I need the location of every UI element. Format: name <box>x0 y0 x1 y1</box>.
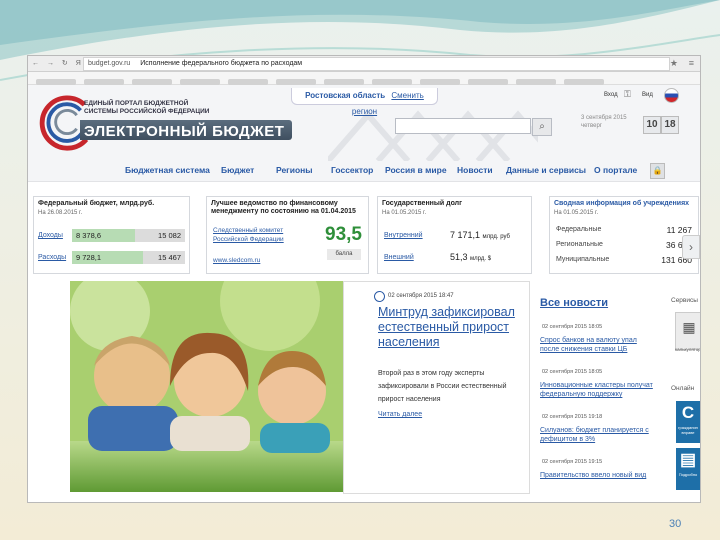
department-site-link[interactable]: www.sledcom.ru <box>213 257 260 264</box>
russian-flag-icon[interactable] <box>664 88 679 103</box>
state-debt-panel: Государственный долг На 01.05.2015 г. Вн… <box>377 196 532 274</box>
expense-fact-bar: 9 728,1 <box>72 251 143 264</box>
service-caption: Подробно <box>678 472 698 477</box>
news-date: 02 сентября 2015 19:18 <box>542 414 603 420</box>
menu-item-regions[interactable]: Регионы <box>276 165 313 175</box>
view-link[interactable]: Вид <box>642 92 653 98</box>
nav-buttons[interactable]: ← → ↻ Я <box>32 56 84 71</box>
services-heading: Сервисы <box>671 297 698 304</box>
counter-2: 18 <box>661 116 679 134</box>
lock-icon[interactable]: 🔒 <box>650 163 665 179</box>
revenue-link[interactable]: Доходы <box>38 232 63 239</box>
panel-title: Государственный долг <box>382 200 463 207</box>
panel-title[interactable]: Сводная информация об учреждениях <box>554 200 695 208</box>
hero-photo[interactable] <box>70 281 343 492</box>
news-item-link[interactable]: Спрос банков на валюту упал после снижен… <box>540 336 655 354</box>
news-date: 02 сентября 2015 18:05 <box>542 369 603 375</box>
unit: млрд. $ <box>470 256 492 262</box>
date-line: 3 сентября 2015 <box>581 115 627 121</box>
menu-icon[interactable]: ≡ <box>689 56 694 71</box>
clock-icon <box>374 291 385 302</box>
value: 51,3 <box>450 252 468 262</box>
current-region: Ростовская область <box>305 91 386 100</box>
region-selector: Ростовская область Сменить регион <box>291 88 438 116</box>
service-tile-citizen[interactable]: С гражданин вправе <box>676 401 700 443</box>
site-header: ЕДИНЫЙ ПОРТАЛ БЮДЖЕТНОЙ СИСТЕМЫ РОССИЙСК… <box>28 85 700 161</box>
news-date: 02 сентября 2015 18:47 <box>388 293 454 299</box>
calculator-icon[interactable]: ▦ <box>675 312 700 350</box>
news-item-link[interactable]: Силуанов: бюджет планируется с дефицитом… <box>540 426 655 444</box>
best-department-panel: Лучшее ведомство по финансовому менеджме… <box>206 196 369 274</box>
weekday-line: четверг <box>581 123 602 129</box>
external-debt-value: 51,3 млрд. $ <box>450 252 491 262</box>
featured-news: 02 сентября 2015 18:47 Минтруд зафиксиро… <box>343 281 530 494</box>
featured-news-title[interactable]: Минтруд зафиксировал естественный прирос… <box>378 305 518 350</box>
federal-budget-panel: Федеральный бюджет, млрд.руб. На 26.08.2… <box>33 196 190 274</box>
main-menu: Бюджетная система Бюджет Регионы Госсект… <box>28 161 700 182</box>
regional-label: Региональные <box>556 241 603 248</box>
panel-date: На 26.08.2015 г. <box>38 210 83 216</box>
unit: млрд. руб <box>482 234 510 240</box>
panel-title: Лучшее ведомство по финансовому менеджме… <box>211 200 356 215</box>
revenue-fact-bar: 8 378,6 <box>72 229 135 242</box>
menu-item-russia-world[interactable]: Россия в мире <box>385 165 447 175</box>
calculator-label: калькулятор <box>675 347 701 352</box>
municipal-label: Муниципальные <box>556 256 610 263</box>
score-label: балла <box>327 249 361 260</box>
menu-item-data-services[interactable]: Данные и сервисы <box>506 165 586 175</box>
panel-date: На 01.05.2015 г. <box>554 210 599 216</box>
service-tile-details[interactable]: ▤ Подробно <box>676 448 700 490</box>
url-domain: budget.gov.ru <box>88 60 131 67</box>
value: 7 171,1 <box>450 230 481 240</box>
panel-title: Федеральный бюджет, млрд.руб. <box>38 200 155 207</box>
menu-item-about[interactable]: О портале <box>594 165 637 175</box>
revenue-plan: 15 082 <box>135 229 185 242</box>
news-item-link[interactable]: Правительство ввело новый вид <box>540 471 655 480</box>
search-input[interactable] <box>395 118 531 134</box>
search-icon[interactable]: ⌕ <box>532 118 552 136</box>
institutions-panel: Сводная информация об учреждениях На 01.… <box>549 196 700 274</box>
news-item-link[interactable]: Инновационные кластеры получат федеральн… <box>540 381 655 399</box>
counter-1: 10 <box>643 116 661 134</box>
score-value: 93,5 <box>325 224 362 245</box>
child-middle <box>170 332 250 451</box>
portal-name: ЕДИНЫЙ ПОРТАЛ БЮДЖЕТНОЙ СИСТЕМЫ РОССИЙСК… <box>84 100 210 115</box>
external-debt-link[interactable]: Внешний <box>384 254 414 261</box>
key-icon[interactable]: ⚿ <box>624 89 631 100</box>
bookmarks-bar <box>28 72 700 85</box>
federal-label: Федеральные <box>556 226 602 233</box>
address-bar: ← → ↻ Я budget.gov.ru Исполнение федерал… <box>28 56 700 72</box>
internal-debt-link[interactable]: Внутренний <box>384 232 423 239</box>
expense-plan: 15 467 <box>143 251 185 264</box>
news-date: 02 сентября 2015 19:15 <box>542 459 603 465</box>
internal-debt-value: 7 171,1 млрд. руб <box>450 230 510 240</box>
current-date: 3 сентября 2015 четверг <box>581 114 627 130</box>
service-glyph: С <box>681 403 695 422</box>
menu-item-public-sector[interactable]: Госсектор <box>331 165 373 175</box>
expense-link[interactable]: Расходы <box>38 254 66 261</box>
all-news-link[interactable]: Все новости <box>540 297 608 309</box>
menu-item-news[interactable]: Новости <box>457 165 493 175</box>
featured-news-text: Второй раз в этом году эксперты зафиксир… <box>378 370 507 403</box>
menu-item-budget-system[interactable]: Бюджетная система <box>125 165 210 175</box>
panel-date: На 01.05.2015 г. <box>382 210 427 216</box>
chevron-right-icon[interactable]: › <box>682 235 700 259</box>
slide-page-number: 30 <box>669 518 682 530</box>
news-date: 02 сентября 2015 18:05 <box>542 324 603 330</box>
child-left <box>88 336 178 451</box>
document-icon: ▤ <box>679 450 697 469</box>
department-link[interactable]: Следственный комитет Российской Федераци… <box>213 226 308 244</box>
read-more-link[interactable]: Читать далее <box>378 411 422 418</box>
page-title: Исполнение федерального бюджета по расхо… <box>140 60 303 67</box>
service-caption: гражданин вправе <box>678 425 698 435</box>
federal-value: 11 267 <box>666 225 692 235</box>
login-link[interactable]: Вход <box>604 92 618 98</box>
child-right <box>258 351 330 453</box>
brand-title[interactable]: ЭЛЕКТРОННЫЙ БЮДЖЕТ <box>84 123 284 140</box>
menu-item-budget[interactable]: Бюджет <box>221 165 254 175</box>
online-heading: Онлайн <box>671 385 695 392</box>
url-field[interactable]: budget.gov.ru Исполнение федерального бю… <box>83 57 670 71</box>
star-icon[interactable]: ★ <box>670 56 678 71</box>
browser-window: ← → ↻ Я budget.gov.ru Исполнение федерал… <box>27 55 701 503</box>
